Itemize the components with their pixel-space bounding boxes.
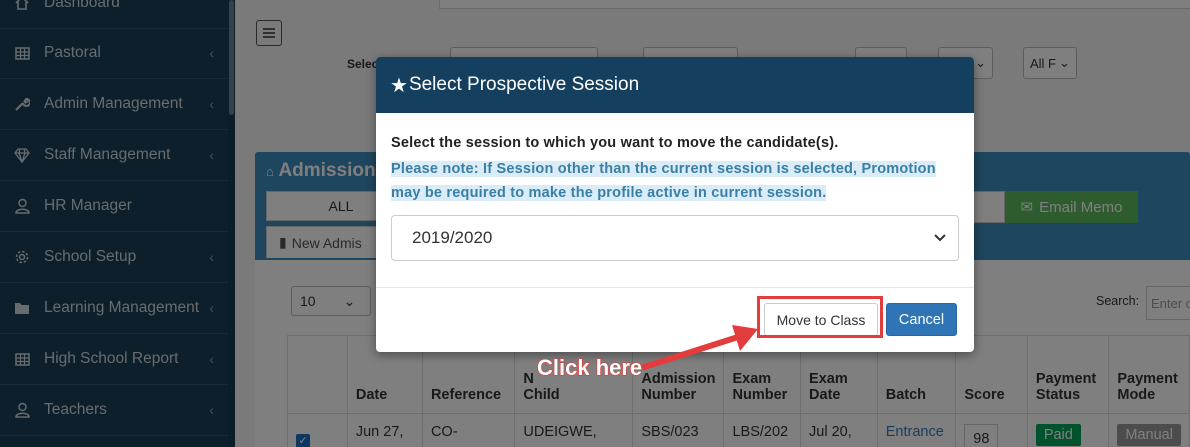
modal-header: ★ Select Prospective Session [376,57,974,113]
modal-body: Select the session to which you want to … [376,113,974,288]
arrow-icon [641,325,758,370]
note-line-1: Please note: If Session other than the c… [391,161,936,177]
star-icon: ★ [390,74,408,97]
modal-instruction: Select the session to which you want to … [391,135,839,151]
modal-note: Please note: If Session other than the c… [391,157,959,205]
cancel-button[interactable]: Cancel [886,303,957,336]
highlight-box [757,296,883,338]
note-line-2: may be required to make the profile acti… [391,185,827,201]
click-here-annotation: Click here [536,354,643,380]
session-select-value: 2019/2020 [412,228,493,247]
modal-title: Select Prospective Session [408,74,640,95]
session-select[interactable]: 2019/2020 [391,215,959,261]
chevron-down-icon [934,234,946,242]
